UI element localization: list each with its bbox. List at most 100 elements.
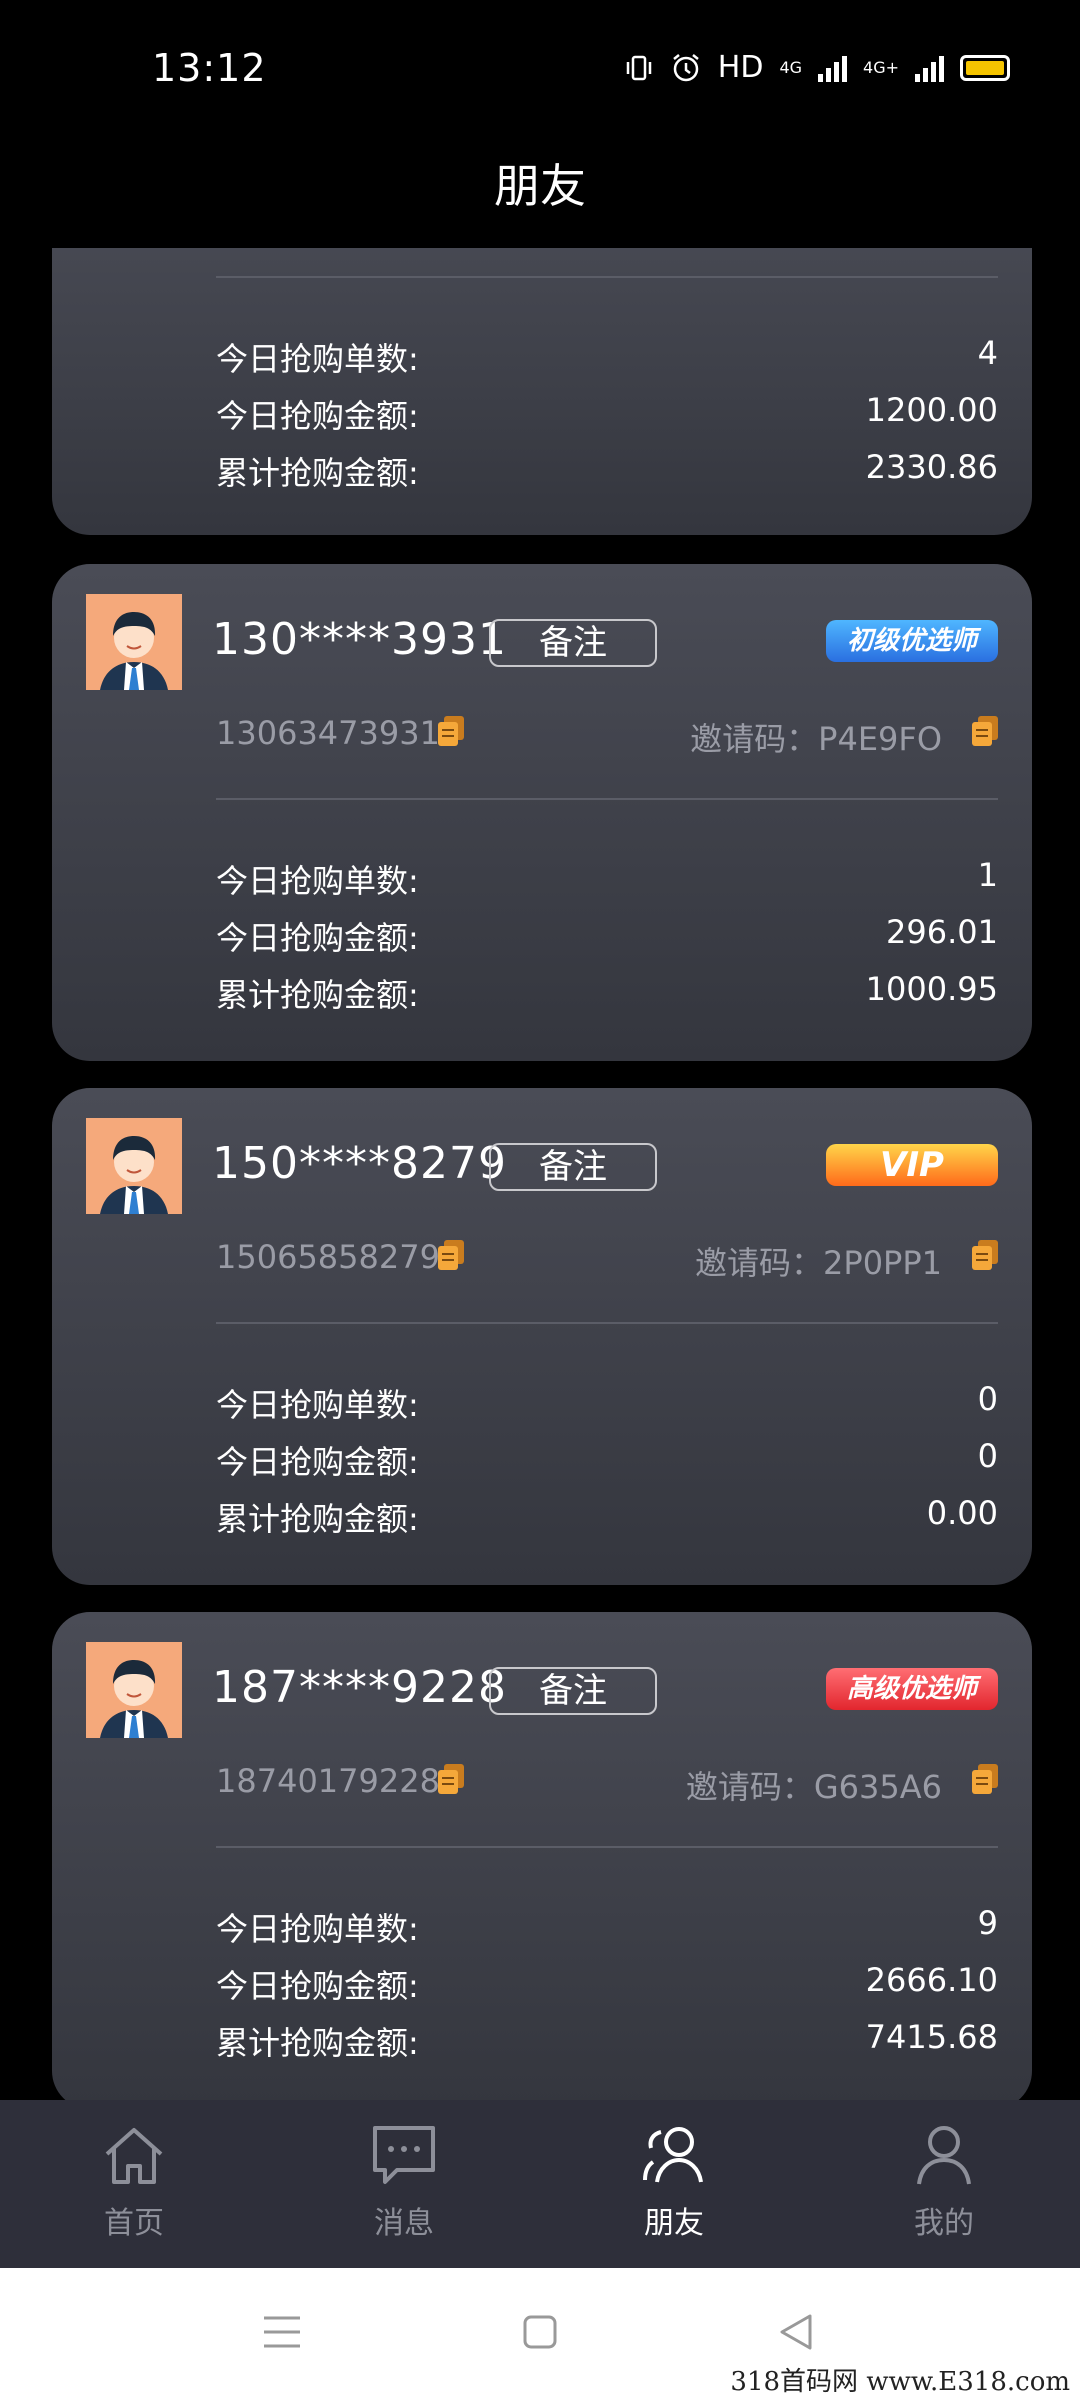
bottom-nav: 首页 消息 朋友 我的	[0, 2100, 1080, 2268]
level-badge: 高级优选师	[826, 1668, 998, 1710]
watermark: 318首码网 www.E318.com	[730, 2367, 1070, 2397]
net2-label: 4G+	[863, 58, 899, 77]
invite-code-value: 2P0PP1	[823, 1244, 942, 1282]
amount-total-value: 0.00	[926, 1494, 998, 1532]
amount-today-value: 2666.10	[865, 1961, 998, 1999]
friend-card[interactable]: 130****3931 备注 初级优选师 13063473931 邀请码：P4E…	[52, 564, 1032, 1061]
amount-total-label: 累计抢购金额:	[216, 976, 419, 1014]
avatar	[86, 1118, 182, 1214]
amount-today-value: 1200.00	[865, 391, 998, 429]
orders-today-row: 今日抢购单数: 9	[216, 1904, 998, 1950]
orders-today-label: 今日抢购单数:	[216, 340, 419, 378]
orders-today-row: 今日抢购单数: 0	[216, 1380, 998, 1426]
invite-code-value: G635A6	[813, 1768, 942, 1806]
phone-full: 18740179228	[216, 1762, 440, 1800]
invite-code: 邀请码：P4E9FO	[690, 714, 942, 760]
card-divider	[216, 276, 998, 278]
menu-icon[interactable]	[262, 2314, 302, 2350]
friend-card[interactable]: 150****8279 备注 VIP 15065858279 邀请码：2P0PP…	[52, 1088, 1032, 1585]
amount-today-row: 今日抢购金额: 2666.10	[216, 1961, 998, 2007]
friend-card[interactable]: 187****9228 备注 高级优选师 18740179228 邀请码：G63…	[52, 1612, 1032, 2100]
hd-label: HD	[717, 50, 764, 85]
amount-total-value: 1000.95	[865, 970, 998, 1008]
friends-list[interactable]: 今日抢购单数: 4 今日抢购金额: 1200.00 累计抢购金额: 2330.8…	[0, 248, 1080, 2100]
amount-today-row: 今日抢购金额: 296.01	[216, 913, 998, 959]
friend-card: 今日抢购单数: 4 今日抢购金额: 1200.00 累计抢购金额: 2330.8…	[52, 248, 1032, 535]
invite-code: 邀请码：2P0PP1	[695, 1238, 942, 1284]
note-button[interactable]: 备注	[489, 619, 657, 667]
alarm-icon	[672, 53, 699, 81]
invite-code: 邀请码：G635A6	[686, 1762, 942, 1808]
home-square-icon[interactable]	[522, 2314, 558, 2350]
orders-today-row: 今日抢购单数: 1	[216, 856, 998, 902]
amount-today-value: 0	[977, 1437, 998, 1475]
copy-invite-icon[interactable]	[972, 716, 998, 746]
amount-today-row: 今日抢购金额: 1200.00	[216, 391, 998, 437]
phone-masked: 130****3931	[212, 614, 507, 665]
nav-label: 朋友	[644, 2206, 704, 2241]
amount-today-value: 296.01	[886, 913, 998, 951]
nav-item-profile[interactable]: 我的	[874, 2122, 1014, 2242]
nav-label: 我的	[914, 2206, 974, 2241]
orders-today-label: 今日抢购单数:	[216, 1910, 419, 1948]
copy-invite-icon[interactable]	[972, 1764, 998, 1794]
amount-total-row: 累计抢购金额: 1000.95	[216, 970, 998, 1016]
back-icon[interactable]	[776, 2312, 816, 2352]
note-button[interactable]: 备注	[489, 1667, 657, 1715]
amount-total-row: 累计抢购金额: 7415.68	[216, 2018, 998, 2064]
page-title: 朋友	[494, 159, 586, 213]
amount-total-row: 累计抢购金额: 2330.86	[216, 448, 998, 494]
net1-label: 4G	[779, 58, 803, 77]
amount-total-label: 累计抢购金额:	[216, 2024, 419, 2062]
amount-total-value: 7415.68	[865, 2018, 998, 2056]
amount-today-label: 今日抢购金额:	[216, 1443, 419, 1481]
nav-item-friends[interactable]: 朋友	[604, 2122, 744, 2242]
profile-icon	[917, 2126, 971, 2185]
invite-prefix: 邀请码：	[695, 1244, 824, 1282]
amount-total-label: 累计抢购金额:	[216, 454, 419, 492]
avatar	[86, 1642, 182, 1738]
copy-phone-icon[interactable]	[438, 1764, 464, 1794]
battery-icon	[960, 54, 1010, 81]
amount-today-label: 今日抢购金额:	[216, 1967, 419, 2005]
note-button[interactable]: 备注	[489, 1143, 657, 1191]
invite-code-value: P4E9FO	[818, 720, 942, 758]
phone-masked: 150****8279	[212, 1138, 507, 1189]
orders-today-label: 今日抢购单数:	[216, 1386, 419, 1424]
copy-phone-icon[interactable]	[438, 716, 464, 746]
orders-today-value: 1	[977, 856, 998, 894]
amount-today-row: 今日抢购金额: 0	[216, 1437, 998, 1483]
amount-total-row: 累计抢购金额: 0.00	[216, 1494, 998, 1540]
orders-today-label: 今日抢购单数:	[216, 862, 419, 900]
card-divider	[216, 798, 998, 800]
status-bar: 13:12 HD 4G 4G+	[0, 0, 1080, 140]
status-time: 13:12	[152, 46, 267, 90]
card-divider	[216, 1846, 998, 1848]
status-icons: HD 4G 4G+	[624, 50, 1010, 85]
phone-full: 15065858279	[216, 1238, 440, 1276]
amount-total-value: 2330.86	[865, 448, 998, 486]
copy-invite-icon[interactable]	[972, 1240, 998, 1270]
nav-label: 消息	[374, 2206, 434, 2241]
level-badge: 初级优选师	[826, 620, 998, 662]
message-icon	[373, 2126, 435, 2184]
invite-prefix: 邀请码：	[685, 1768, 814, 1806]
home-icon	[105, 2128, 163, 2184]
nav-item-messages[interactable]: 消息	[334, 2122, 474, 2242]
copy-phone-icon[interactable]	[438, 1240, 464, 1270]
card-divider	[216, 1322, 998, 1324]
orders-today-value: 4	[977, 334, 998, 372]
amount-today-label: 今日抢购金额:	[216, 919, 419, 957]
vibrate-icon	[626, 55, 652, 80]
vip-badge: VIP	[826, 1144, 998, 1186]
signal2-icon	[915, 54, 944, 82]
nav-item-home[interactable]: 首页	[64, 2122, 204, 2242]
avatar	[86, 594, 182, 690]
nav-label: 首页	[104, 2206, 164, 2241]
amount-today-label: 今日抢购金额:	[216, 397, 419, 435]
amount-total-label: 累计抢购金额:	[216, 1500, 419, 1538]
system-nav-bar: 318首码网 www.E318.com	[0, 2268, 1080, 2400]
phone-full: 13063473931	[216, 714, 440, 752]
friends-icon	[643, 2127, 703, 2183]
phone-masked: 187****9228	[212, 1662, 507, 1713]
